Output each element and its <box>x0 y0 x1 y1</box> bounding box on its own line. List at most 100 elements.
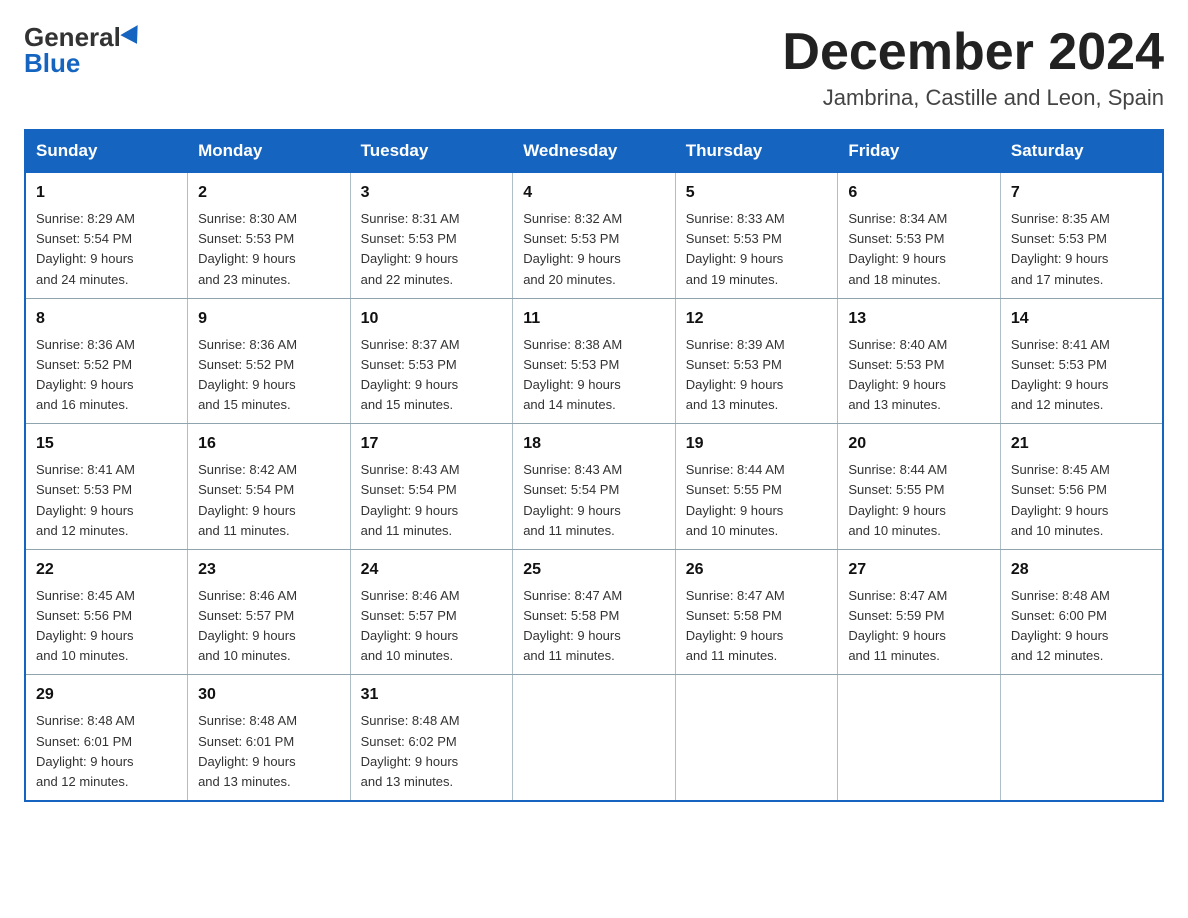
calendar-cell: 4Sunrise: 8:32 AMSunset: 5:53 PMDaylight… <box>513 172 676 298</box>
calendar-cell: 19 Sunrise: 8:44 AMSunset: 5:55 PMDayligh… <box>675 424 838 550</box>
day-info: Sunrise: 8:47 AMSunset: 5:59 PMDaylight:… <box>848 586 990 667</box>
day-info: Sunrise: 8:44 AMSunset: 5:55 PMDaylight:… <box>686 460 828 541</box>
weekday-header-wednesday: Wednesday <box>513 130 676 172</box>
day-number: 31 <box>361 683 503 707</box>
day-number: 23 <box>198 558 340 582</box>
day-number: 1 <box>36 181 177 205</box>
day-number: 14 <box>1011 307 1152 331</box>
weekday-header-saturday: Saturday <box>1000 130 1163 172</box>
day-info: Sunrise: 8:47 AMSunset: 5:58 PMDaylight:… <box>523 586 665 667</box>
day-number: 12 <box>686 307 828 331</box>
calendar-cell: 25 Sunrise: 8:47 AMSunset: 5:58 PMDayligh… <box>513 549 676 675</box>
calendar-cell: 30 Sunrise: 8:48 AMSunset: 6:01 PMDayligh… <box>188 675 351 801</box>
day-number: 19 <box>686 432 828 456</box>
day-info: Sunrise: 8:35 AMSunset: 5:53 PMDaylight:… <box>1011 209 1152 290</box>
day-info: Sunrise: 8:47 AMSunset: 5:58 PMDaylight:… <box>686 586 828 667</box>
day-number: 4 <box>523 181 665 205</box>
calendar-cell: 29Sunrise: 8:48 AMSunset: 6:01 PMDayligh… <box>25 675 188 801</box>
day-info: Sunrise: 8:29 AMSunset: 5:54 PMDaylight:… <box>36 209 177 290</box>
day-info: Sunrise: 8:40 AMSunset: 5:53 PMDaylight:… <box>848 335 990 416</box>
day-number: 6 <box>848 181 990 205</box>
day-info: Sunrise: 8:39 AMSunset: 5:53 PMDaylight:… <box>686 335 828 416</box>
calendar-cell <box>1000 675 1163 801</box>
day-info: Sunrise: 8:42 AMSunset: 5:54 PMDaylight:… <box>198 460 340 541</box>
calendar-cell: 15Sunrise: 8:41 AMSunset: 5:53 PMDayligh… <box>25 424 188 550</box>
calendar-cell: 24 Sunrise: 8:46 AMSunset: 5:57 PMDayligh… <box>350 549 513 675</box>
calendar-cell: 10Sunrise: 8:37 AMSunset: 5:53 PMDayligh… <box>350 298 513 424</box>
calendar-cell: 6 Sunrise: 8:34 AMSunset: 5:53 PMDaylight… <box>838 172 1001 298</box>
weekday-header-sunday: Sunday <box>25 130 188 172</box>
day-number: 27 <box>848 558 990 582</box>
day-info: Sunrise: 8:38 AMSunset: 5:53 PMDaylight:… <box>523 335 665 416</box>
calendar-cell: 16 Sunrise: 8:42 AMSunset: 5:54 PMDayligh… <box>188 424 351 550</box>
day-number: 21 <box>1011 432 1152 456</box>
day-number: 5 <box>686 181 828 205</box>
day-number: 20 <box>848 432 990 456</box>
calendar-cell: 7 Sunrise: 8:35 AMSunset: 5:53 PMDaylight… <box>1000 172 1163 298</box>
day-info: Sunrise: 8:48 AMSunset: 6:02 PMDaylight:… <box>361 711 503 792</box>
calendar-week-row: 15Sunrise: 8:41 AMSunset: 5:53 PMDayligh… <box>25 424 1163 550</box>
calendar-table: SundayMondayTuesdayWednesdayThursdayFrid… <box>24 129 1164 802</box>
calendar-week-row: 1 Sunrise: 8:29 AMSunset: 5:54 PMDaylight… <box>25 172 1163 298</box>
calendar-week-row: 8 Sunrise: 8:36 AMSunset: 5:52 PMDaylight… <box>25 298 1163 424</box>
day-info: Sunrise: 8:36 AMSunset: 5:52 PMDaylight:… <box>198 335 340 416</box>
day-info: Sunrise: 8:45 AMSunset: 5:56 PMDaylight:… <box>1011 460 1152 541</box>
calendar-cell: 9 Sunrise: 8:36 AMSunset: 5:52 PMDaylight… <box>188 298 351 424</box>
calendar-cell: 8 Sunrise: 8:36 AMSunset: 5:52 PMDaylight… <box>25 298 188 424</box>
calendar-cell: 27 Sunrise: 8:47 AMSunset: 5:59 PMDayligh… <box>838 549 1001 675</box>
calendar-cell: 14 Sunrise: 8:41 AMSunset: 5:53 PMDayligh… <box>1000 298 1163 424</box>
day-number: 13 <box>848 307 990 331</box>
calendar-cell: 3Sunrise: 8:31 AMSunset: 5:53 PMDaylight… <box>350 172 513 298</box>
day-info: Sunrise: 8:33 AMSunset: 5:53 PMDaylight:… <box>686 209 828 290</box>
location-subtitle: Jambrina, Castille and Leon, Spain <box>782 85 1164 111</box>
calendar-cell <box>513 675 676 801</box>
day-info: Sunrise: 8:43 AMSunset: 5:54 PMDaylight:… <box>361 460 503 541</box>
day-number: 16 <box>198 432 340 456</box>
day-info: Sunrise: 8:37 AMSunset: 5:53 PMDaylight:… <box>361 335 503 416</box>
day-info: Sunrise: 8:45 AMSunset: 5:56 PMDaylight:… <box>36 586 177 667</box>
day-number: 17 <box>361 432 503 456</box>
title-block: December 2024 Jambrina, Castille and Leo… <box>782 24 1164 111</box>
day-number: 2 <box>198 181 340 205</box>
calendar-cell: 22 Sunrise: 8:45 AMSunset: 5:56 PMDayligh… <box>25 549 188 675</box>
day-number: 8 <box>36 307 177 331</box>
calendar-cell: 20Sunrise: 8:44 AMSunset: 5:55 PMDayligh… <box>838 424 1001 550</box>
calendar-cell <box>675 675 838 801</box>
calendar-cell: 26 Sunrise: 8:47 AMSunset: 5:58 PMDayligh… <box>675 549 838 675</box>
day-number: 29 <box>36 683 177 707</box>
day-number: 26 <box>686 558 828 582</box>
day-info: Sunrise: 8:41 AMSunset: 5:53 PMDaylight:… <box>36 460 177 541</box>
calendar-cell: 1 Sunrise: 8:29 AMSunset: 5:54 PMDaylight… <box>25 172 188 298</box>
page-header: General Blue December 2024 Jambrina, Cas… <box>24 24 1164 111</box>
day-number: 11 <box>523 307 665 331</box>
logo-blue-text: Blue <box>24 50 80 76</box>
day-number: 25 <box>523 558 665 582</box>
day-number: 28 <box>1011 558 1152 582</box>
calendar-week-row: 22 Sunrise: 8:45 AMSunset: 5:56 PMDayligh… <box>25 549 1163 675</box>
calendar-cell: 23 Sunrise: 8:46 AMSunset: 5:57 PMDayligh… <box>188 549 351 675</box>
calendar-cell: 11 Sunrise: 8:38 AMSunset: 5:53 PMDayligh… <box>513 298 676 424</box>
day-info: Sunrise: 8:43 AMSunset: 5:54 PMDaylight:… <box>523 460 665 541</box>
weekday-header-friday: Friday <box>838 130 1001 172</box>
calendar-cell: 13 Sunrise: 8:40 AMSunset: 5:53 PMDayligh… <box>838 298 1001 424</box>
day-number: 9 <box>198 307 340 331</box>
day-info: Sunrise: 8:36 AMSunset: 5:52 PMDaylight:… <box>36 335 177 416</box>
day-info: Sunrise: 8:41 AMSunset: 5:53 PMDaylight:… <box>1011 335 1152 416</box>
day-info: Sunrise: 8:48 AMSunset: 6:01 PMDaylight:… <box>198 711 340 792</box>
day-info: Sunrise: 8:46 AMSunset: 5:57 PMDaylight:… <box>198 586 340 667</box>
day-number: 22 <box>36 558 177 582</box>
day-info: Sunrise: 8:30 AMSunset: 5:53 PMDaylight:… <box>198 209 340 290</box>
weekday-header-monday: Monday <box>188 130 351 172</box>
day-info: Sunrise: 8:34 AMSunset: 5:53 PMDaylight:… <box>848 209 990 290</box>
logo-general-text: General <box>24 24 121 50</box>
day-number: 30 <box>198 683 340 707</box>
logo: General Blue <box>24 24 143 76</box>
day-number: 3 <box>361 181 503 205</box>
day-number: 7 <box>1011 181 1152 205</box>
calendar-cell: 18Sunrise: 8:43 AMSunset: 5:54 PMDayligh… <box>513 424 676 550</box>
weekday-header-row: SundayMondayTuesdayWednesdayThursdayFrid… <box>25 130 1163 172</box>
calendar-cell: 17 Sunrise: 8:43 AMSunset: 5:54 PMDayligh… <box>350 424 513 550</box>
day-info: Sunrise: 8:46 AMSunset: 5:57 PMDaylight:… <box>361 586 503 667</box>
month-title: December 2024 <box>782 24 1164 81</box>
day-number: 24 <box>361 558 503 582</box>
